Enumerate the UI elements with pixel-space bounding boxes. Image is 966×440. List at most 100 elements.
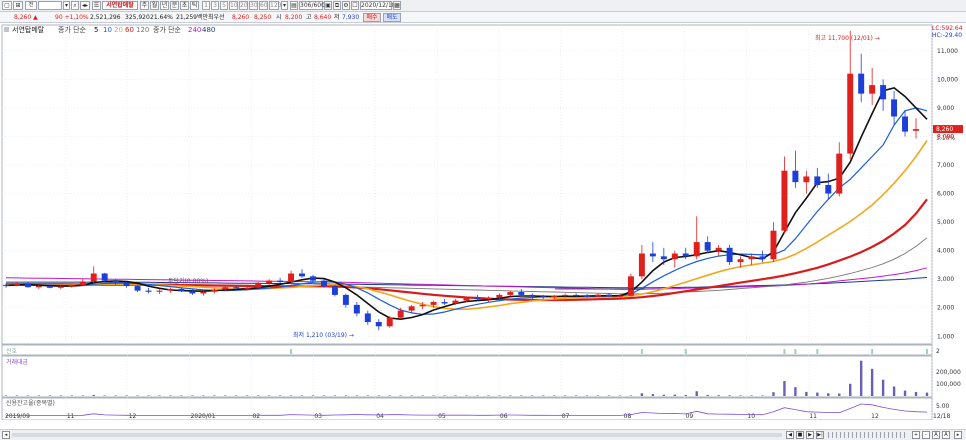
nav-first-button[interactable]: ◀ — [786, 431, 794, 439]
candle-body-22 — [244, 287, 251, 289]
y-tick-label-9: 2,000 — [937, 305, 954, 312]
candle-body-76 — [836, 153, 843, 194]
turnover-tick-200k: 200,000 — [936, 369, 961, 376]
candle-body-30 — [331, 286, 338, 295]
chart-type-minute[interactable]: 분 — [170, 1, 179, 10]
favorite-icon[interactable]: ☰ — [92, 1, 101, 10]
calendar-icon[interactable]: ▦ — [393, 1, 401, 10]
date-checkbox[interactable]: ☐ — [351, 1, 359, 10]
candle-body-14 — [156, 290, 163, 292]
chart-type-month[interactable]: 년 — [160, 1, 169, 10]
chart-type-week[interactable]: 월 — [150, 1, 159, 10]
candle-body-75 — [825, 185, 832, 194]
y-tick-label-7: 4,000 — [937, 248, 954, 255]
zoom-out-button[interactable]: - — [922, 431, 930, 439]
x-tick-label-0: 2019/09 — [5, 413, 30, 420]
candle-body-51 — [562, 294, 569, 296]
period-60[interactable]: 60 — [259, 1, 268, 10]
gear-icon[interactable]: ⚙ — [342, 1, 350, 10]
candle-body-68 — [748, 256, 755, 260]
candle-body-56 — [616, 295, 623, 297]
period-3[interactable]: 3 — [211, 1, 219, 10]
turnover-bar-41 — [454, 395, 457, 396]
turnover-bar-55 — [607, 395, 611, 396]
period-10[interactable]: 10 — [229, 1, 238, 10]
turnover-bar-38 — [421, 395, 424, 396]
candle-body-37 — [408, 306, 415, 311]
chart-type-icon[interactable]: ⊞ — [13, 1, 23, 10]
turnover-bar-23 — [256, 395, 260, 396]
candle-body-65 — [715, 247, 722, 251]
turnover-bar-66 — [728, 395, 731, 396]
period-20[interactable]: 20 — [239, 1, 248, 10]
candle-body-43 — [474, 297, 481, 300]
scroll-track[interactable] — [12, 433, 782, 437]
sell-button[interactable]: 매도 — [383, 13, 401, 22]
turnover-bar-15 — [169, 395, 172, 396]
candle-body-28 — [310, 276, 316, 281]
chart-type-second[interactable]: 초 — [180, 1, 189, 10]
legend-ma60: 60 — [125, 26, 134, 34]
turnover-bar-43 — [476, 395, 479, 396]
date-input[interactable]: 2020/12/18 — [360, 1, 396, 10]
nav-last-button[interactable]: ▶| — [816, 431, 824, 439]
turnover-bar-19 — [213, 395, 216, 396]
x-tick-label-12: 10 — [747, 413, 755, 420]
nav-stop-button[interactable]: ■ — [796, 431, 804, 439]
candle-body-52 — [573, 294, 580, 296]
candle-body-72 — [792, 170, 799, 183]
nav-play-button[interactable]: ▶ — [806, 431, 814, 439]
candle-body-77 — [847, 73, 854, 154]
code-dropdown-icon[interactable]: ▾ — [63, 1, 70, 10]
market-select[interactable]: 전 — [25, 1, 37, 10]
turnover-value: 325,920 — [125, 14, 150, 21]
compare-icon[interactable]: ⧉ — [333, 1, 341, 10]
candle-body-70 — [770, 230, 777, 260]
font-larger-button[interactable]: A — [932, 431, 940, 439]
buy-button[interactable]: 매수 — [363, 13, 381, 22]
zoom-slider[interactable] — [828, 432, 908, 438]
candle-body-60 — [660, 256, 667, 260]
period-5[interactable]: 5 — [220, 1, 228, 10]
legend-collapse-icon[interactable] — [4, 27, 9, 32]
x-tick-label-5: 03 — [314, 413, 322, 420]
zoom-in-button[interactable]: + — [912, 431, 920, 439]
signal-bar-72 — [794, 349, 797, 354]
font-smaller-button[interactable]: A — [942, 431, 950, 439]
candle-body-34 — [375, 322, 382, 327]
period-120[interactable]: 120 — [269, 1, 281, 10]
search-icon[interactable]: ⌕ — [71, 1, 79, 10]
chart-type-day[interactable]: 주 — [140, 1, 149, 10]
turnover-bar-3 — [37, 395, 41, 396]
scroll-left-button[interactable]: ◂ — [2, 431, 10, 439]
high-label: 고 — [306, 14, 312, 21]
signal-panel-title: 신호 — [6, 347, 18, 355]
chart-type-tick[interactable]: 틱 — [190, 1, 199, 10]
turnover-bar-72 — [794, 387, 797, 396]
candle-body-27 — [299, 273, 306, 277]
turnover-bar-31 — [344, 395, 348, 396]
scroll-right-button[interactable]: ▸ — [954, 431, 962, 439]
x-tick-label-3: 2020/01 — [191, 413, 216, 420]
ask-price: 8,250 — [254, 14, 272, 21]
turnover-bar-59 — [651, 394, 655, 396]
period-30[interactable]: 30 — [249, 1, 258, 10]
bar-count-field[interactable]: 306/600 — [299, 1, 325, 10]
price-chart[interactable]: 11,00010,0009,0008,0007,0006,0005,0004,0… — [0, 24, 966, 420]
period-1[interactable]: 1 — [202, 1, 210, 10]
scroll-bar[interactable]: ◂ ◀ ■ ▶ ▶| + - A A ▸ — [0, 429, 966, 440]
turnover-panel-title: 거래대금 — [6, 358, 29, 366]
bar-count-icon[interactable]: ▤ — [290, 1, 298, 10]
window-menu-icon[interactable]: ▢ — [2, 1, 12, 10]
turnover-bar-36 — [399, 395, 402, 396]
stock-name-field[interactable]: 서연탑메탈 — [102, 1, 138, 10]
period-dropdown-icon[interactable]: ▾ — [281, 1, 288, 10]
lock-icon[interactable]: ▣ — [324, 1, 332, 10]
legend-ma20: 20 — [114, 26, 123, 34]
turnover-bar-34 — [377, 395, 380, 396]
prev-next-icon[interactable]: ◂▸ — [80, 1, 90, 10]
stock-code-input[interactable] — [38, 1, 62, 10]
turnover-bar-7 — [81, 395, 84, 396]
turnover-bar-75 — [827, 393, 830, 396]
volume-value: 2,521,296 — [90, 14, 121, 21]
